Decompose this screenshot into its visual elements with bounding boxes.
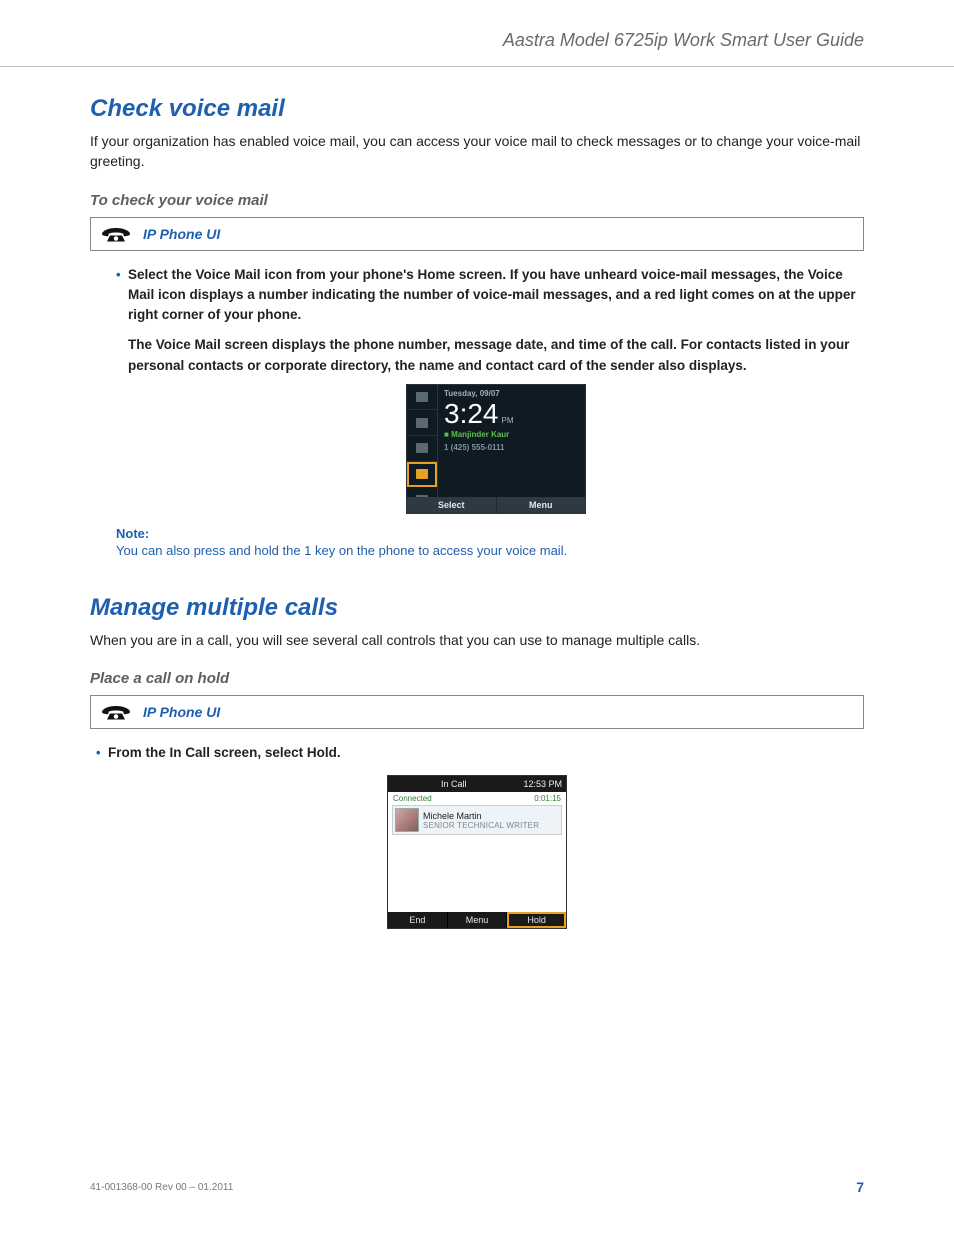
section1-sub: To check your voice mail (90, 192, 864, 209)
ip-phone-ui-label: IP Phone UI (143, 226, 220, 242)
phone-incall-screenshot: In Call 12:53 PM Connected 0:01:15 Miche… (387, 775, 567, 929)
phone-icon (101, 702, 131, 722)
section2-intro: When you are in a call, you will see sev… (90, 630, 864, 650)
vm-instruction: Select the Voice Mail icon from your pho… (116, 265, 864, 514)
caller-name: Michele Martin (423, 811, 539, 821)
time-pm: PM (502, 416, 514, 425)
home-presence-name: ■ Manjinder Kaur (438, 428, 585, 442)
page-number: 7 (856, 1179, 864, 1195)
softkey-hold: Hold (507, 912, 566, 928)
ip-phone-ui-box-2: IP Phone UI (90, 695, 864, 729)
caller-card: Michele Martin SENIOR TECHNICAL WRITER (392, 805, 562, 835)
section-heading-multicall: Manage multiple calls (90, 594, 864, 622)
guide-title: Aastra Model 6725ip Work Smart User Guid… (90, 30, 864, 59)
footer-rev: 41-001368-00 Rev 00 – 01.2011 (90, 1182, 233, 1193)
section1-intro: If your organization has enabled voice m… (90, 131, 864, 172)
txt: Select the (128, 267, 196, 282)
softkey-end: End (388, 912, 448, 928)
phone-icon (101, 224, 131, 244)
incall-timer: 0:01:15 (534, 794, 561, 803)
txt-bold: Voice Mail (196, 267, 261, 282)
note-text: You can also press and hold the 1 key on… (116, 543, 864, 558)
home-number: 1 (425) 555-0111 (438, 442, 585, 454)
txt: From the (108, 745, 170, 760)
section2-sub: Place a call on hold (90, 670, 864, 687)
softkey-select: Select (407, 497, 497, 513)
txt: icon from your phone's (261, 267, 418, 282)
presence-name: Manjinder Kaur (451, 430, 509, 439)
header-rule (0, 66, 954, 67)
incall-clock: 12:53 PM (519, 779, 566, 789)
txt-bold: Home (418, 267, 456, 282)
ip-phone-ui-box-1: IP Phone UI (90, 217, 864, 251)
incall-status: Connected (393, 794, 432, 803)
softkey-menu: Menu (497, 497, 586, 513)
softkey-menu: Menu (448, 912, 508, 928)
ip-phone-ui-label: IP Phone UI (143, 704, 220, 720)
txt: . (337, 745, 341, 760)
incall-title: In Call (388, 779, 519, 789)
txt-bold: Hold (307, 745, 337, 760)
avatar (395, 808, 419, 832)
phone-home-screenshot: Tuesday, 09/07 3:24PM ■ Manjinder Kaur 1… (406, 384, 586, 514)
vm-instruction-p2: The Voice Mail screen displays the phone… (128, 335, 864, 376)
time-val: 3:24 (444, 398, 499, 429)
section-heading-voicemail: Check voice mail (90, 95, 864, 123)
home-time: 3:24PM (438, 400, 585, 428)
sidebar-icon (407, 385, 437, 411)
sidebar-icon (407, 410, 437, 436)
note-label: Note: (116, 526, 864, 541)
txt: screen, select (210, 745, 307, 760)
voicemail-icon (407, 462, 437, 488)
sidebar-icon (407, 436, 437, 462)
txt-bold: In Call (170, 745, 211, 760)
caller-role: SENIOR TECHNICAL WRITER (423, 821, 539, 830)
hold-instruction: From the In Call screen, select Hold. (96, 743, 864, 763)
